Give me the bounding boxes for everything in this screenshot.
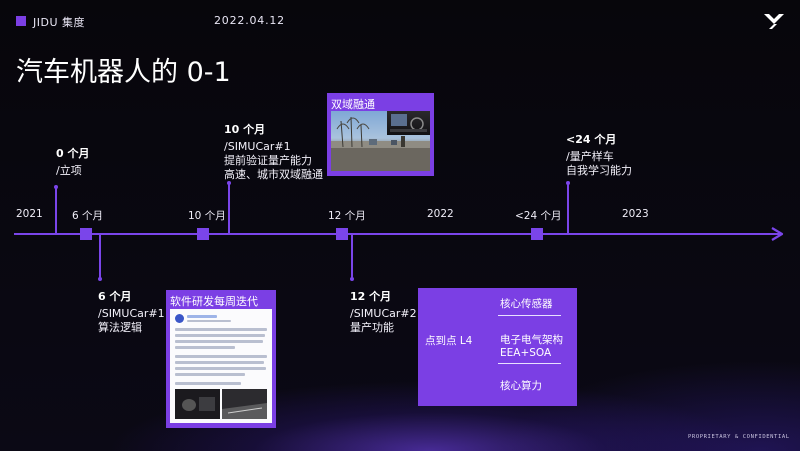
- post-meta-line: [187, 320, 231, 322]
- axis-label-2023: 2023: [622, 208, 649, 220]
- post-text-line: [175, 355, 267, 358]
- post-text-line: [175, 361, 264, 364]
- fusion-street-photo: [331, 111, 430, 171]
- arch-item-compute: 核心算力: [500, 380, 542, 392]
- arch-divider: [498, 315, 561, 316]
- fusion-card-title: 双域融通: [331, 98, 375, 111]
- connector-12m: [351, 235, 353, 279]
- axis-label-24m: <24 个月: [515, 210, 562, 222]
- post-text-line: [175, 373, 245, 376]
- event-24m-line: 自我学习能力: [566, 164, 632, 177]
- post-text-line: [175, 340, 263, 343]
- post-text-line: [175, 382, 241, 385]
- arch-item-eea: 电子电气架构: [500, 334, 563, 346]
- fusion-card: 双域融通: [327, 93, 434, 176]
- slide-date: 2022.04.12: [214, 14, 285, 27]
- arrow-right-icon: [771, 227, 784, 241]
- avatar: [175, 314, 184, 323]
- axis-label-10m: 10 个月: [188, 210, 226, 222]
- timeline-axis: [14, 233, 780, 235]
- post-text-line: [175, 334, 265, 337]
- axis-label-12m: 12 个月: [328, 210, 366, 222]
- axis-label-2022: 2022: [427, 208, 454, 220]
- connector-dot-12m: [349, 277, 354, 281]
- timeline-marker-6m: [80, 228, 92, 240]
- timeline-marker-12m: [336, 228, 348, 240]
- connector-24m: [567, 183, 569, 233]
- event-12m-line: /SIMUCar#2: [350, 307, 417, 320]
- weekly-post-screenshot: [170, 309, 272, 423]
- event-24m-line: /量产样车: [566, 150, 614, 163]
- confidential-footer: PROPRIETARY & CONFIDENTIAL: [688, 434, 790, 440]
- dashboard-inset: [387, 111, 430, 135]
- timeline-marker-24m: [531, 228, 543, 240]
- connector-dot-24m: [565, 181, 570, 185]
- event-0m-title: 0 个月: [56, 147, 90, 160]
- event-12m-title: 12 个月: [350, 290, 392, 303]
- post-photo-2: [222, 389, 267, 419]
- event-10m-title: 10 个月: [224, 123, 266, 136]
- connector-6m: [99, 235, 101, 279]
- event-0m-line: /立项: [56, 164, 82, 177]
- arch-item-sensor: 核心传感器: [500, 298, 553, 310]
- event-10m-line: /SIMUCar#1: [224, 140, 291, 153]
- post-author-line: [187, 315, 217, 318]
- page-title: 汽车机器人的 0-1: [16, 57, 231, 88]
- connector-0m: [55, 187, 57, 233]
- arch-divider: [498, 363, 561, 364]
- event-24m-title: <24 个月: [566, 133, 617, 146]
- post-text-line: [175, 328, 267, 331]
- timeline-marker-10m: [197, 228, 209, 240]
- jidu-logo-icon: [764, 14, 784, 29]
- event-6m-line: /SIMUCar#1: [98, 307, 165, 320]
- connector-dot-0m: [53, 185, 58, 189]
- brand-name: JIDU 集度: [33, 16, 86, 29]
- post-text-line: [175, 346, 235, 349]
- night-camera-icon: [182, 397, 215, 411]
- architecture-box: 点到点 L4 核心传感器 电子电气架构 EEA+SOA 核心算力: [418, 288, 577, 406]
- brand-square: [16, 16, 26, 26]
- event-6m-title: 6 个月: [98, 290, 132, 303]
- connector-dot-6m: [97, 277, 102, 281]
- axis-label-2021: 2021: [16, 208, 43, 220]
- road-icon: [222, 403, 267, 419]
- arch-item-soa: EEA+SOA: [500, 347, 552, 359]
- slide: JIDU 集度 2022.04.12 汽车机器人的 0-1 2021 6 个月 …: [0, 0, 800, 451]
- axis-label-6m: 6 个月: [72, 210, 104, 222]
- post-text-line: [175, 367, 266, 370]
- event-6m-line: 算法逻辑: [98, 321, 142, 334]
- iteration-card: 软件研发每周迭代: [166, 290, 276, 428]
- arch-left-label: 点到点 L4: [425, 335, 473, 347]
- event-10m-line: 提前验证量产能力: [224, 154, 312, 167]
- event-10m-line: 高速、城市双域融通: [224, 168, 323, 181]
- cabin-view-icon: [390, 114, 427, 132]
- connector-10m: [228, 183, 230, 233]
- iteration-card-title: 软件研发每周迭代: [170, 295, 258, 308]
- post-photo-1: [175, 389, 220, 419]
- event-12m-line: 量产功能: [350, 321, 394, 334]
